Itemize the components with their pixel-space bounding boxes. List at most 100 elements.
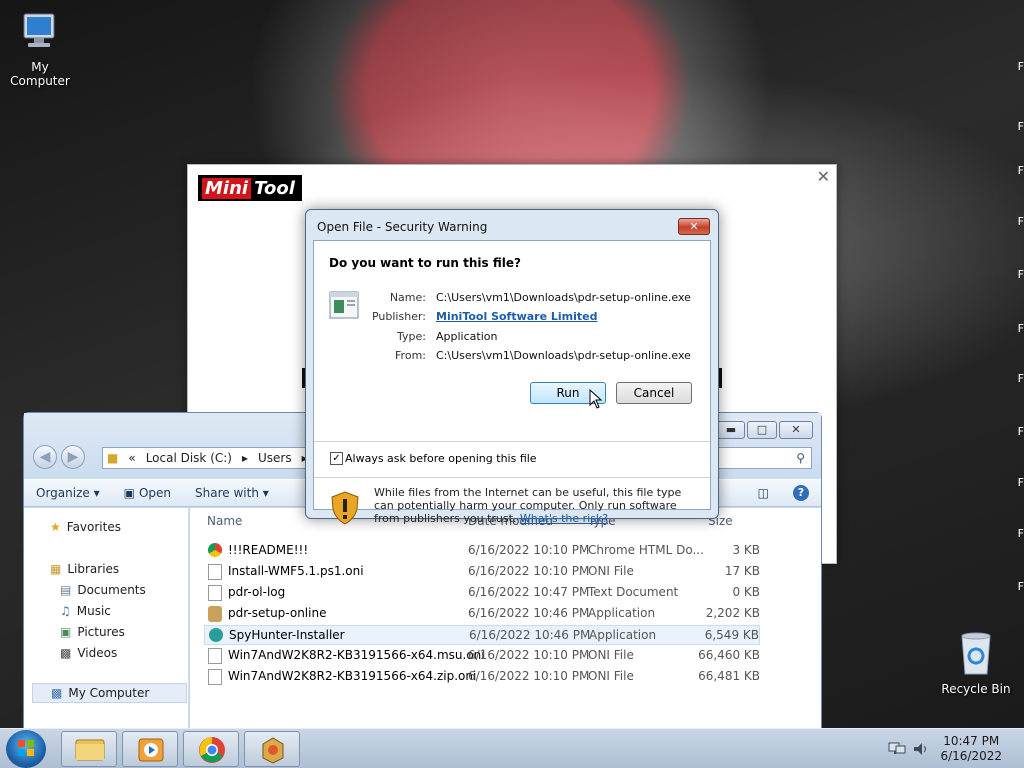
warning-text: While files from the Internet can be use…: [374, 486, 682, 525]
nav-music[interactable]: ♫ Music: [60, 604, 111, 618]
column-header-name[interactable]: Name: [207, 514, 242, 528]
type-label: Type:: [397, 330, 426, 343]
system-tray: 10:47 PM 6/16/2022: [888, 729, 1024, 768]
taskbar-chrome-button[interactable]: [183, 731, 239, 767]
breadcrumb-item[interactable]: Local Disk (C:): [146, 451, 232, 465]
text-file-icon: [208, 585, 222, 601]
start-button[interactable]: [6, 730, 46, 768]
forward-button[interactable]: ▶: [61, 445, 85, 469]
document-icon: ▤: [60, 583, 72, 597]
library-icon: ▦: [50, 562, 62, 576]
organize-button[interactable]: Organize ▾: [24, 486, 112, 500]
chrome-icon: [208, 543, 222, 557]
cancel-button[interactable]: Cancel: [616, 382, 692, 404]
minimize-button[interactable]: ▬: [717, 421, 745, 439]
navigation-pane: ★ Favorites ▦ Libraries ▤ Documents ♫ Music …: [24, 508, 189, 729]
always-ask-label: Always ask before opening this file: [345, 452, 537, 465]
installer-icon: [262, 737, 284, 764]
nav-my-computer[interactable]: ▩ My Computer: [32, 683, 187, 703]
nav-libraries[interactable]: ▦ Libraries: [50, 562, 119, 576]
maximize-button[interactable]: □: [747, 421, 777, 439]
mouse-cursor-icon: [589, 389, 603, 409]
taskbar-installer-button[interactable]: [244, 731, 300, 767]
edge-text: F: [1017, 527, 1024, 540]
breadcrumb-item[interactable]: Users: [258, 451, 292, 465]
dialog-title: Open File - Security Warning: [317, 220, 488, 234]
divider: [314, 477, 710, 478]
publisher-link[interactable]: MiniTool Software Limited: [436, 310, 598, 323]
breadcrumb-sep: ▸: [241, 451, 249, 465]
dialog-question: Do you want to run this file?: [329, 256, 521, 270]
computer-icon: ▩: [51, 686, 63, 700]
volume-icon[interactable]: [912, 741, 930, 757]
minitool-logo: Mini Tool: [198, 175, 302, 201]
edge-text: F: [1017, 60, 1024, 73]
edge-text: F: [1017, 268, 1024, 281]
edge-text: F: [1017, 164, 1024, 177]
edge-text: F: [1017, 425, 1024, 438]
star-icon: ★: [50, 520, 61, 534]
from-label: From:: [395, 349, 426, 362]
edge-text: F: [1017, 476, 1024, 489]
from-value: C:\Users\vm1\Downloads\pdr-setup-online.…: [436, 349, 691, 362]
dialog-body: Do you want to run this file? Name: C:\U…: [313, 240, 711, 525]
pictures-icon: ▣: [60, 625, 72, 639]
desktop-icon-my-computer[interactable]: My Computer: [0, 10, 80, 88]
preview-pane-icon[interactable]: ◫: [746, 486, 781, 500]
address-prefix: «: [128, 451, 136, 465]
whats-the-risk-link[interactable]: What's the risk?: [520, 512, 608, 525]
clock[interactable]: 10:47 PM 6/16/2022: [930, 734, 1024, 764]
chrome-icon: [199, 737, 225, 763]
file-row[interactable]: !!!README!!! 6/16/2022 10:10 PM Chrome H…: [204, 541, 760, 561]
open-button[interactable]: ▣ Open: [112, 486, 183, 500]
edge-text: F: [1017, 322, 1024, 335]
open-icon: ▣: [123, 486, 135, 500]
windows-logo-icon: [18, 740, 34, 756]
file-icon: [208, 669, 222, 685]
taskbar-media-player-button[interactable]: [122, 731, 178, 767]
video-icon: ▩: [60, 646, 72, 660]
share-with-button[interactable]: Share with ▾: [183, 486, 281, 500]
file-row[interactable]: pdr-setup-online 6/16/2022 10:46 PM Appl…: [204, 604, 760, 624]
edge-text: F: [1017, 372, 1024, 385]
recycle-bin-icon: [961, 632, 991, 675]
always-ask-checkbox[interactable]: ✓: [330, 452, 343, 465]
close-icon[interactable]: ✕: [817, 167, 830, 186]
search-icon[interactable]: ⚲: [796, 451, 805, 465]
file-row[interactable]: Install-WMF5.1.ps1.oni 6/16/2022 10:10 P…: [204, 562, 760, 582]
file-icon: [208, 648, 222, 664]
divider: [314, 441, 710, 442]
type-value: Application: [436, 330, 498, 343]
publisher-label: Publisher:: [371, 310, 426, 323]
file-row[interactable]: Win7AndW2K8R2-KB3191566-x64.zip.oni 6/16…: [204, 667, 760, 687]
shield-warning-icon: [331, 491, 359, 525]
folder-icon: [75, 739, 105, 761]
nav-videos[interactable]: ▩ Videos: [60, 646, 117, 660]
nav-pictures[interactable]: ▣ Pictures: [60, 625, 125, 639]
file-row[interactable]: pdr-ol-log 6/16/2022 10:47 PM Text Docum…: [204, 583, 760, 603]
taskbar-explorer-button[interactable]: [61, 731, 117, 767]
music-icon: ♫: [60, 604, 71, 618]
nav-documents[interactable]: ▤ Documents: [60, 583, 146, 597]
network-icon[interactable]: [888, 741, 906, 757]
file-row[interactable]: Win7AndW2K8R2-KB3191566-x64.msu.oni 6/16…: [204, 646, 760, 666]
file-list: Name Date modified Type Size !!!README!!…: [190, 508, 821, 729]
folder-icon: ■: [107, 451, 119, 465]
desktop-icon-label: My Computer: [10, 60, 70, 88]
help-icon[interactable]: ?: [781, 485, 821, 501]
back-button[interactable]: ◀: [33, 445, 57, 469]
media-player-icon: [138, 738, 164, 762]
name-label: Name:: [389, 291, 426, 304]
close-button[interactable]: ✕: [678, 218, 710, 235]
close-button[interactable]: ✕: [779, 421, 813, 439]
installer-icon: [208, 606, 222, 622]
file-row-selected[interactable]: SpyHunter-Installer 6/16/2022 10:46 PM A…: [204, 625, 760, 645]
desktop-icon-label: Recycle Bin: [941, 682, 1011, 696]
edge-text: F: [1017, 120, 1024, 133]
nav-favorites[interactable]: ★ Favorites: [50, 520, 121, 534]
computer-icon: [23, 13, 55, 47]
desktop-icon-recycle-bin[interactable]: Recycle Bin: [938, 630, 1014, 696]
taskbar: 10:47 PM 6/16/2022: [0, 728, 1024, 768]
edge-text: F: [1017, 580, 1024, 593]
security-warning-dialog: Open File - Security Warning ✕ Do you wa…: [305, 209, 719, 525]
